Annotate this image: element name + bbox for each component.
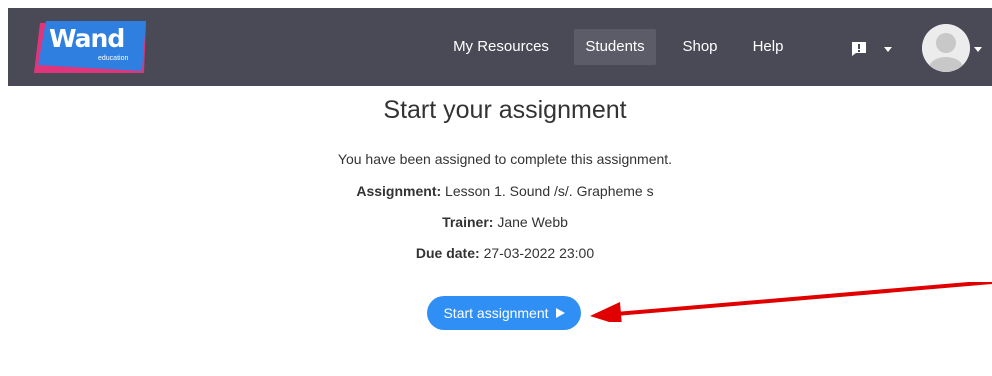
alert-icon[interactable] — [851, 41, 867, 57]
trainer-row: Trainer: Jane Webb — [0, 213, 992, 231]
top-navbar: Wand education My Resources Students Sho… — [8, 8, 992, 86]
due-date-row: Due date: 27-03-2022 23:00 — [0, 244, 992, 262]
nav-students[interactable]: Students — [574, 29, 656, 65]
due-date-label: Due date: — [415, 245, 480, 261]
nav-help[interactable]: Help — [746, 29, 790, 65]
alert-dropdown-caret-icon[interactable] — [884, 47, 892, 52]
trainer-value: Jane Webb — [497, 214, 568, 230]
play-arrow-icon — [555, 308, 565, 319]
avatar-dropdown-caret-icon[interactable] — [974, 47, 982, 52]
app-window: Wand education My Resources Students Sho… — [0, 0, 992, 376]
due-date-value: 27-03-2022 23:00 — [483, 245, 595, 261]
nav-my-resources[interactable]: My Resources — [445, 29, 557, 65]
intro-text: You have been assigned to complete this … — [337, 151, 673, 167]
assignment-row: Assignment: Lesson 1. Sound /s/. Graphem… — [0, 182, 992, 200]
red-pointer-arrow-icon — [590, 282, 992, 322]
user-silhouette-icon — [922, 24, 970, 72]
page-title: Start your assignment — [383, 96, 627, 124]
brand-subtitle: education — [98, 55, 129, 62]
trainer-label: Trainer: — [442, 214, 494, 230]
avatar-icon[interactable] — [922, 24, 970, 72]
start-assignment-label: Start assignment — [443, 305, 549, 321]
brand-logo[interactable]: Wand education — [34, 21, 146, 73]
assignment-label: Assignment: — [356, 183, 442, 199]
start-assignment-button[interactable]: Start assignment — [427, 296, 581, 330]
nav-shop[interactable]: Shop — [674, 29, 726, 65]
assignment-value: Lesson 1. Sound /s/. Grapheme s — [445, 183, 654, 199]
assignment-panel: Start your assignment You have been assi… — [0, 86, 992, 376]
brand-name: Wand — [49, 24, 125, 53]
